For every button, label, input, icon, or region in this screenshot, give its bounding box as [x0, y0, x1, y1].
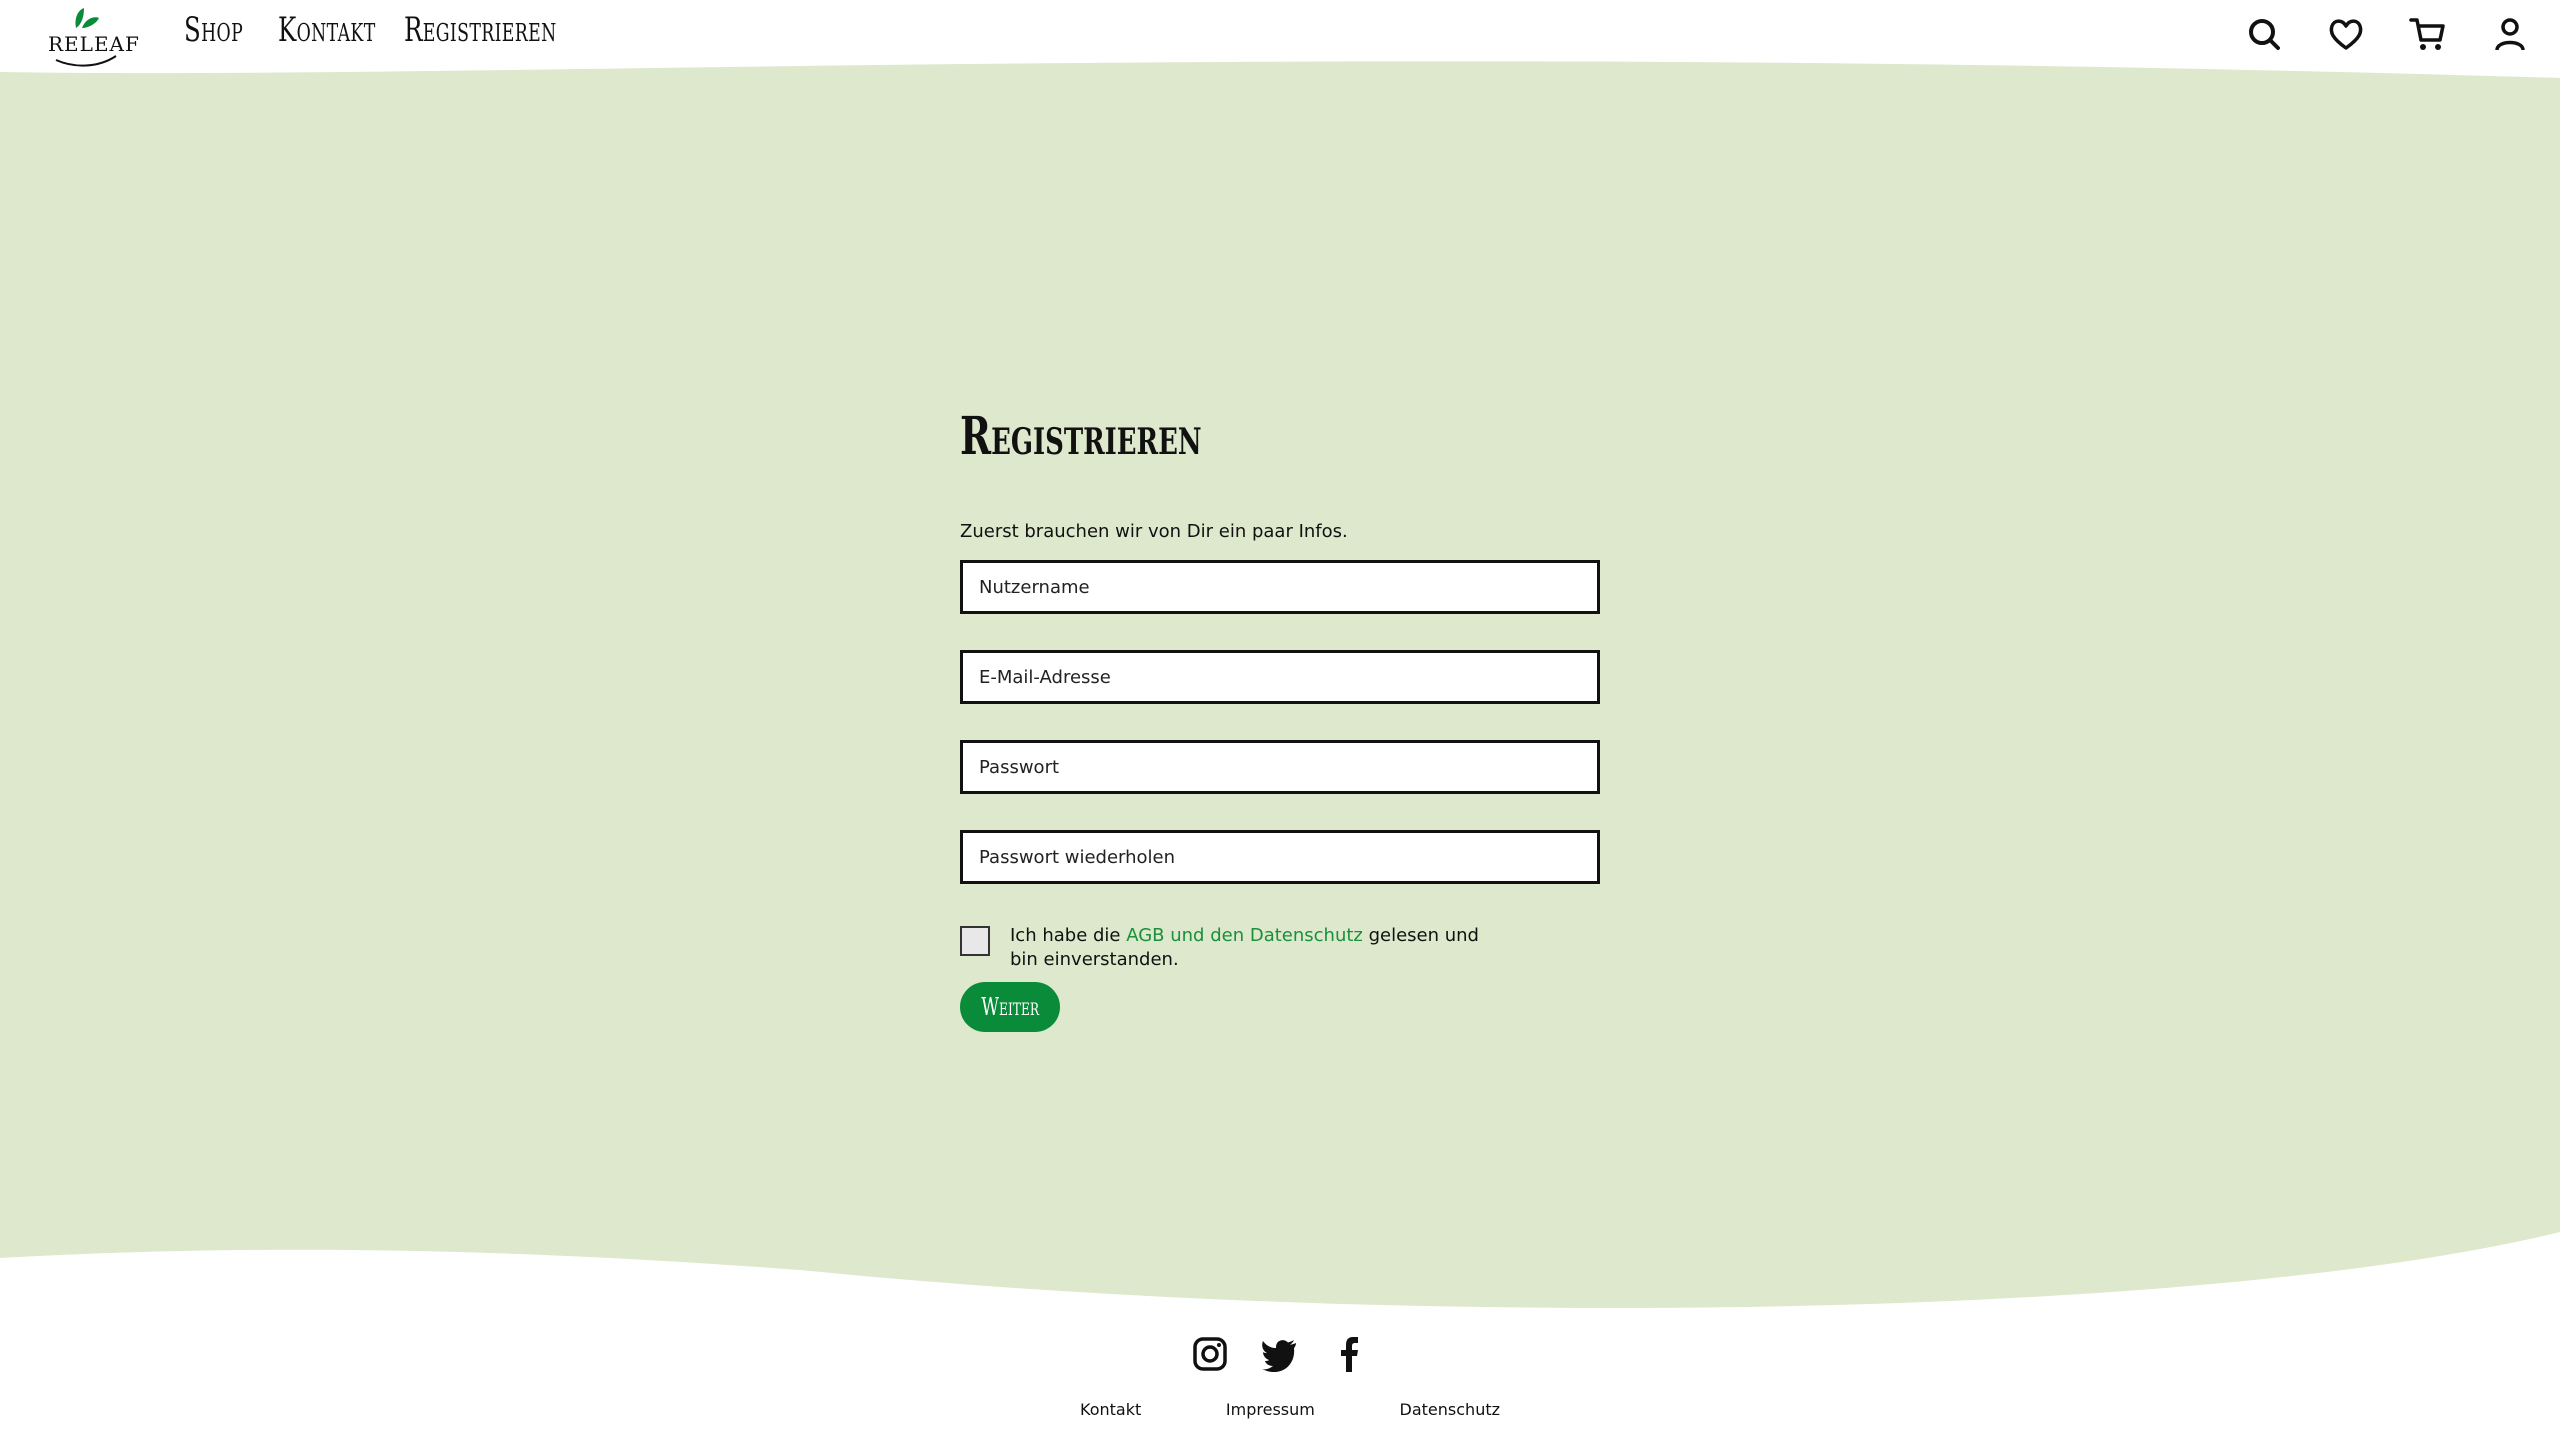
search-icon[interactable]	[2244, 14, 2284, 54]
footer-links: Kontakt Impressum Datenschutz	[1080, 1400, 1500, 1419]
logo-swoosh	[55, 55, 117, 67]
submit-label: Weiter	[981, 993, 1039, 1021]
leaf-icon	[75, 8, 99, 28]
consent-label: Ich habe die AGB und den Datenschutz gel…	[1010, 924, 1510, 972]
footer-link-impressum[interactable]: Impressum	[1226, 1400, 1315, 1419]
user-icon[interactable]	[2490, 14, 2530, 54]
social-links	[1190, 1334, 1370, 1374]
twitter-icon[interactable]	[1260, 1334, 1300, 1374]
footer-link-kontakt[interactable]: Kontakt	[1080, 1400, 1141, 1419]
instagram-icon[interactable]	[1190, 1334, 1230, 1374]
heart-icon[interactable]	[2326, 14, 2366, 54]
nav-item-registrieren[interactable]: Registrieren	[404, 10, 557, 50]
nav-item-kontakt[interactable]: Kontakt	[278, 10, 375, 50]
registration-form: Registrieren Zuerst brauchen wir von Dir…	[960, 405, 1600, 1032]
password-repeat-field[interactable]	[960, 830, 1600, 884]
brand-logo[interactable]: RELEAF	[48, 6, 139, 67]
main-nav: Shop Kontakt Registrieren	[184, 10, 616, 50]
header-icons	[2244, 14, 2530, 54]
consent-row: Ich habe die AGB und den Datenschutz gel…	[960, 924, 1600, 972]
facebook-icon[interactable]	[1330, 1334, 1370, 1374]
consent-checkbox[interactable]	[960, 926, 990, 956]
page-title: Registrieren	[960, 406, 1202, 467]
intro-text: Zuerst brauchen wir von Dir ein paar Inf…	[960, 521, 1348, 542]
email-field[interactable]	[960, 650, 1600, 704]
submit-button[interactable]: Weiter	[960, 982, 1060, 1032]
footer-link-datenschutz[interactable]: Datenschutz	[1400, 1400, 1500, 1419]
site-header: RELEAF Shop Kontakt Registrieren	[0, 0, 2560, 72]
terms-link[interactable]: AGB und den Datenschutz	[1126, 925, 1363, 946]
nav-item-shop[interactable]: Shop	[184, 10, 243, 50]
username-field[interactable]	[960, 560, 1600, 614]
cart-icon[interactable]	[2408, 14, 2448, 54]
consent-text-before: Ich habe die	[1010, 925, 1127, 946]
password-field[interactable]	[960, 740, 1600, 794]
